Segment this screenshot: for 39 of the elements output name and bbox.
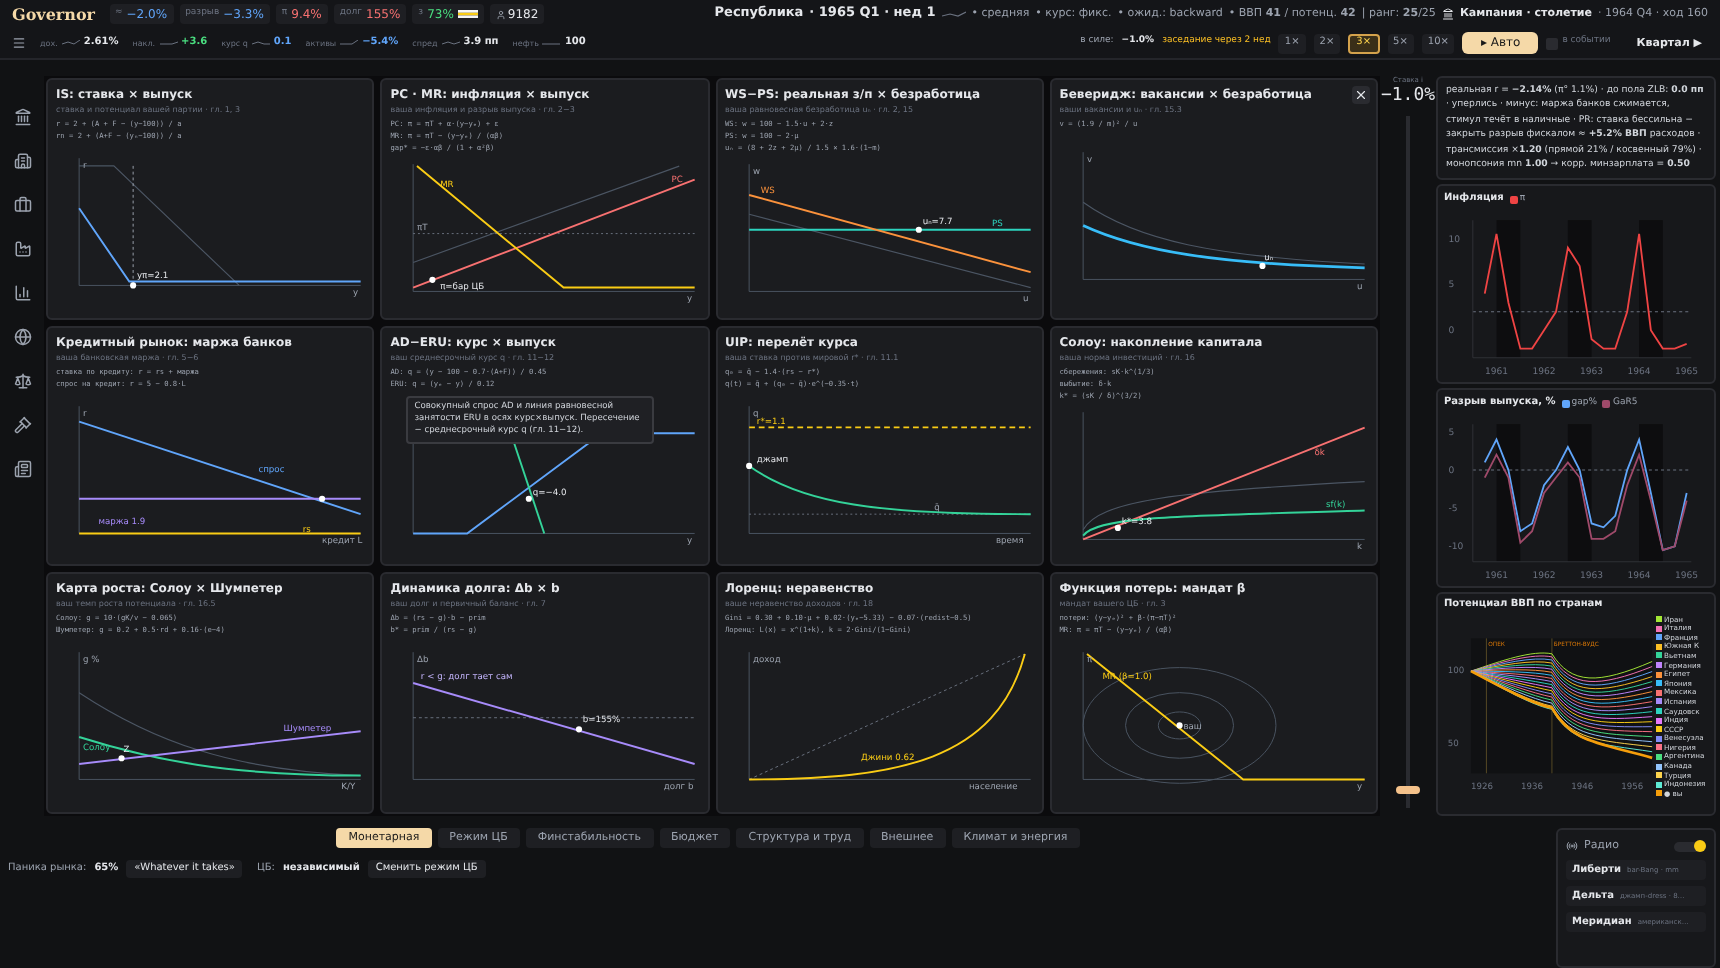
point-marker xyxy=(319,494,326,502)
point-marker xyxy=(745,462,752,469)
newspaper-icon[interactable] xyxy=(13,460,31,478)
person-icon xyxy=(495,9,506,20)
sparkline-icon xyxy=(251,40,270,47)
briefcase-icon[interactable] xyxy=(13,196,31,214)
slider-value: −1.0% xyxy=(1380,86,1436,109)
gavel-icon[interactable] xyxy=(13,416,31,434)
sparkline-icon xyxy=(441,40,460,47)
slider-thumb[interactable] xyxy=(1396,786,1420,795)
sparkline-icon xyxy=(340,40,359,47)
close-icon xyxy=(1354,88,1368,102)
point-marker xyxy=(1258,262,1266,269)
point-marker xyxy=(576,726,583,734)
slider-track[interactable] xyxy=(1396,116,1420,808)
point-marker xyxy=(118,755,125,762)
sparkline-icon xyxy=(159,40,178,47)
building-icon[interactable] xyxy=(13,152,31,170)
landmark-icon xyxy=(1441,8,1454,21)
sparkline-icon xyxy=(61,40,80,47)
close-button[interactable] xyxy=(1352,86,1370,104)
point-marker xyxy=(130,282,137,289)
sparkline-icon xyxy=(941,10,966,19)
checkbox[interactable] xyxy=(1546,37,1559,50)
sparkline-icon xyxy=(542,40,561,47)
point-marker xyxy=(914,226,921,233)
menu-icon[interactable] xyxy=(12,36,26,51)
radio-icon xyxy=(1566,840,1578,853)
app-logo: Governor xyxy=(12,2,95,27)
bar-chart-icon[interactable] xyxy=(13,284,31,302)
point-marker xyxy=(429,276,436,283)
radio-toggle[interactable] xyxy=(1674,841,1706,852)
scale-icon[interactable] xyxy=(13,372,31,390)
landmark-icon[interactable] xyxy=(13,108,31,126)
point-marker xyxy=(526,494,533,502)
factory-icon[interactable] xyxy=(13,240,31,258)
point-marker xyxy=(1175,723,1183,730)
point-marker xyxy=(1114,524,1121,531)
globe-icon[interactable] xyxy=(13,328,31,346)
